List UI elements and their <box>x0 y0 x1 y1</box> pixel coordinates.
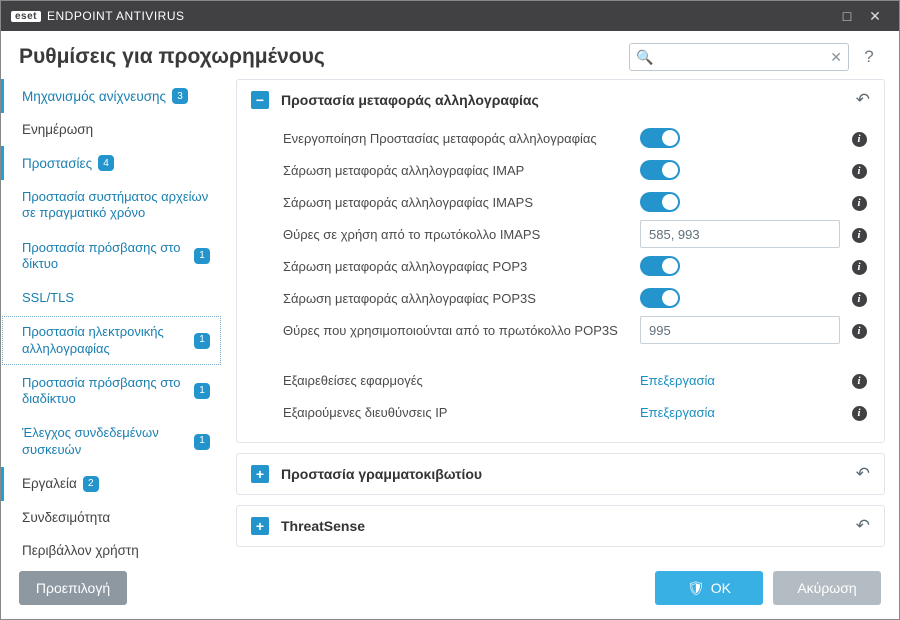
setting-row-scan-imaps: Σάρωση μεταφοράς αλληλογραφίας IMAPS <box>283 186 870 218</box>
info-icon[interactable] <box>848 289 870 307</box>
window-close-button[interactable]: ✕ <box>861 2 889 30</box>
edit-link[interactable]: Επεξεργασία <box>640 373 715 388</box>
undo-icon[interactable]: ↶ <box>856 464 870 484</box>
panel-email-transport-protection: Προστασία μεταφοράς αλληλογραφίας ↶ Ενερ… <box>236 79 885 443</box>
count-badge: 1 <box>194 248 210 264</box>
shield-icon: 🛡 <box>687 580 705 597</box>
sidebar-item-label: Έλεγχος συνδεδεμένων συσκευών <box>22 425 188 458</box>
setting-row-enable-email-protection: Ενεργοποίηση Προστασίας μεταφοράς αλληλο… <box>283 122 870 154</box>
count-badge: 1 <box>194 383 210 399</box>
info-icon[interactable] <box>848 161 870 179</box>
sidebar-item-protections[interactable]: Προστασίες 4 <box>1 146 222 180</box>
sidebar-item-label: Προστασία συστήματος αρχείων σε πραγματι… <box>22 189 210 222</box>
window-title: ENDPOINT ANTIVIRUS <box>47 9 184 23</box>
info-icon[interactable] <box>848 225 870 243</box>
sidebar-item-label: Περιβάλλον χρήστη <box>22 543 139 558</box>
toggle-switch[interactable] <box>640 128 680 148</box>
page-header: Ρυθμίσεις για προχωρημένους 🔍 ✕ ? <box>1 31 899 79</box>
setting-row-excluded-ips: Εξαιρούμενες διευθύνσεις IP Επεξεργασία <box>283 396 870 428</box>
setting-label: Ενεργοποίηση Προστασίας μεταφοράς αλληλο… <box>283 131 632 146</box>
setting-label: Σάρωση μεταφοράς αλληλογραφίας POP3 <box>283 259 632 274</box>
footer: Προεπιλογή 🛡 OK Ακύρωση <box>1 559 899 617</box>
search-field[interactable]: 🔍 ✕ <box>629 43 849 71</box>
count-badge: 1 <box>194 333 210 349</box>
sidebar-item-label: Μηχανισμός ανίχνευσης <box>22 89 166 104</box>
toggle-switch[interactable] <box>640 288 680 308</box>
sidebar: Μηχανισμός ανίχνευσης 3 Ενημέρωση Προστα… <box>1 79 226 559</box>
sidebar-item-email-protection[interactable]: Προστασία ηλεκτρονικής αλληλογραφίας 1 <box>1 315 222 366</box>
sidebar-item-update[interactable]: Ενημέρωση <box>1 113 222 146</box>
imaps-ports-input[interactable] <box>640 220 840 248</box>
window-maximize-button[interactable]: □ <box>833 2 861 30</box>
panel-title: Προστασία γραμματοκιβωτίου <box>281 466 844 482</box>
sidebar-item-device-control[interactable]: Έλεγχος συνδεδεμένων συσκευών 1 <box>1 416 222 467</box>
count-badge: 1 <box>194 434 210 450</box>
info-icon[interactable] <box>848 129 870 147</box>
sidebar-item-ui[interactable]: Περιβάλλον χρήστη <box>1 534 222 559</box>
help-button[interactable]: ? <box>857 47 881 67</box>
expand-icon[interactable] <box>251 465 269 483</box>
setting-row-scan-pop3: Σάρωση μεταφοράς αλληλογραφίας POP3 <box>283 250 870 282</box>
cancel-button[interactable]: Ακύρωση <box>773 571 881 605</box>
setting-label: Σάρωση μεταφοράς αλληλογραφίας POP3S <box>283 291 632 306</box>
setting-row-excluded-apps: Εξαιρεθείσες εφαρμογές Επεξεργασία <box>283 364 870 396</box>
info-icon[interactable] <box>848 193 870 211</box>
undo-icon[interactable]: ↶ <box>856 516 870 536</box>
search-input[interactable] <box>656 50 822 65</box>
panel-title: ThreatSense <box>281 518 844 534</box>
sidebar-item-tools[interactable]: Εργαλεία 2 <box>1 467 222 501</box>
setting-label: Εξαιρεθείσες εφαρμογές <box>283 373 632 388</box>
panel-title: Προστασία μεταφοράς αλληλογραφίας <box>281 92 844 108</box>
setting-label: Σάρωση μεταφοράς αλληλογραφίας IMAPS <box>283 195 632 210</box>
setting-row-pop3s-ports: Θύρες που χρησιμοποιούνται από το πρωτόκ… <box>283 314 870 346</box>
sidebar-item-label: Συνδεσιμότητα <box>22 510 110 525</box>
collapse-icon[interactable] <box>251 91 269 109</box>
info-icon[interactable] <box>848 321 870 339</box>
sidebar-item-label: Εργαλεία <box>22 476 77 491</box>
content-area: Προστασία μεταφοράς αλληλογραφίας ↶ Ενερ… <box>226 79 899 559</box>
titlebar: eset ENDPOINT ANTIVIRUS □ ✕ <box>1 1 899 31</box>
info-icon[interactable] <box>848 403 870 421</box>
toggle-switch[interactable] <box>640 256 680 276</box>
clear-search-icon[interactable]: ✕ <box>830 49 842 66</box>
info-icon[interactable] <box>848 257 870 275</box>
sidebar-item-label: Προστασίες <box>22 156 92 171</box>
sidebar-item-connectivity[interactable]: Συνδεσιμότητα <box>1 501 222 534</box>
count-badge: 4 <box>98 155 114 171</box>
sidebar-item-label: Προστασία πρόσβασης στο διαδίκτυο <box>22 375 188 408</box>
sidebar-item-web-access[interactable]: Προστασία πρόσβασης στο διαδίκτυο 1 <box>1 366 222 417</box>
page-title: Ρυθμίσεις για προχωρημένους <box>19 45 325 69</box>
undo-icon[interactable]: ↶ <box>856 90 870 110</box>
default-button[interactable]: Προεπιλογή <box>19 571 127 605</box>
sidebar-item-label: Προστασία ηλεκτρονικής αλληλογραφίας <box>22 324 188 357</box>
toggle-switch[interactable] <box>640 160 680 180</box>
setting-label: Σάρωση μεταφοράς αλληλογραφίας IMAP <box>283 163 632 178</box>
panel-mailbox-protection: Προστασία γραμματοκιβωτίου ↶ <box>236 453 885 495</box>
toggle-switch[interactable] <box>640 192 680 212</box>
info-icon[interactable] <box>848 371 870 389</box>
setting-row-imaps-ports: Θύρες σε χρήση από το πρωτόκολλο IMAPS <box>283 218 870 250</box>
ok-button-label: OK <box>711 580 731 596</box>
sidebar-item-label: Προστασία πρόσβασης στο δίκτυο <box>22 240 188 273</box>
sidebar-item-realtime-fs[interactable]: Προστασία συστήματος αρχείων σε πραγματι… <box>1 180 222 231</box>
sidebar-item-network-access[interactable]: Προστασία πρόσβασης στο δίκτυο 1 <box>1 231 222 282</box>
panel-threatsense: ThreatSense ↶ <box>236 505 885 547</box>
pop3s-ports-input[interactable] <box>640 316 840 344</box>
count-badge: 2 <box>83 476 99 492</box>
setting-row-scan-pop3s: Σάρωση μεταφοράς αλληλογραφίας POP3S <box>283 282 870 314</box>
sidebar-item-label: SSL/TLS <box>22 290 74 306</box>
brand-badge: eset <box>11 11 41 22</box>
setting-label: Θύρες που χρησιμοποιούνται από το πρωτόκ… <box>283 323 632 338</box>
edit-link[interactable]: Επεξεργασία <box>640 405 715 420</box>
setting-row-scan-imap: Σάρωση μεταφοράς αλληλογραφίας IMAP <box>283 154 870 186</box>
sidebar-item-label: Ενημέρωση <box>22 122 93 137</box>
sidebar-item-detection-engine[interactable]: Μηχανισμός ανίχνευσης 3 <box>1 79 222 113</box>
expand-icon[interactable] <box>251 517 269 535</box>
setting-label: Θύρες σε χρήση από το πρωτόκολλο IMAPS <box>283 227 632 242</box>
ok-button[interactable]: 🛡 OK <box>655 571 763 605</box>
count-badge: 3 <box>172 88 188 104</box>
setting-label: Εξαιρούμενες διευθύνσεις IP <box>283 405 632 420</box>
search-icon: 🔍 <box>636 49 653 66</box>
sidebar-item-ssl-tls[interactable]: SSL/TLS <box>1 281 222 315</box>
